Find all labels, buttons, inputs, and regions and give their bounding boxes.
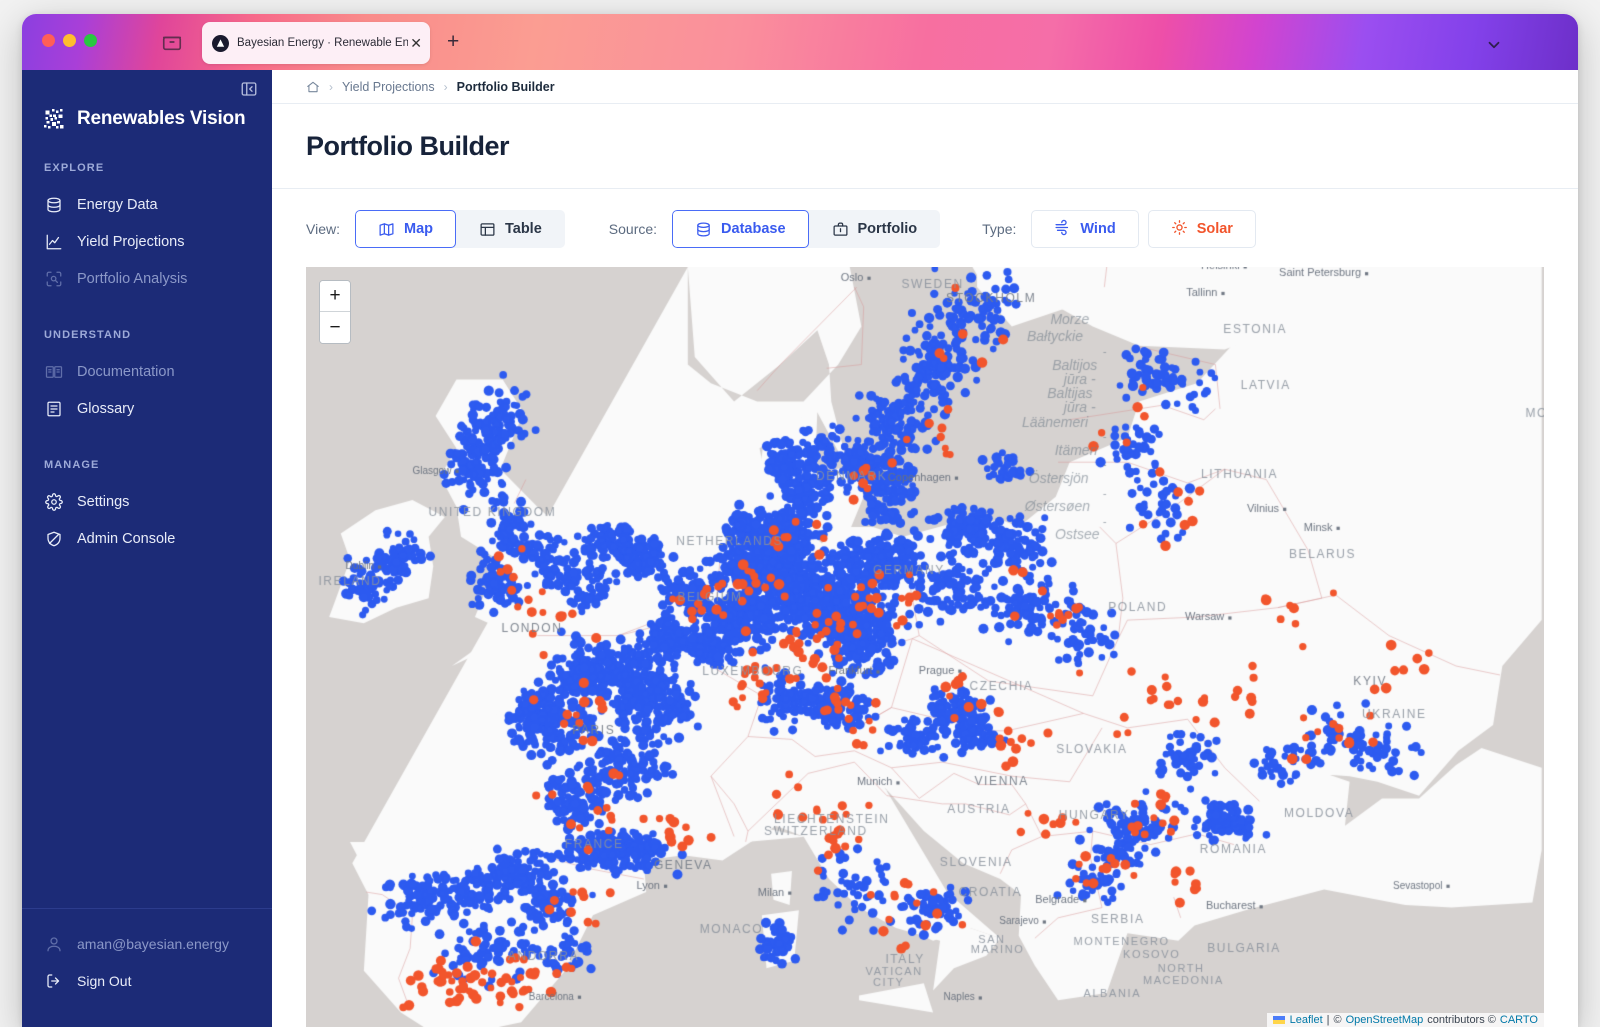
sign-out-label: Sign Out (77, 972, 132, 989)
source-option-portfolio[interactable]: Portfolio (809, 210, 941, 248)
sidebar-item-label: Portfolio Analysis (77, 270, 188, 287)
carto-link[interactable]: CARTO (1500, 1014, 1538, 1026)
sign-out-icon (44, 971, 63, 990)
nav-section-label-understand: UNDERSTAND (44, 329, 132, 341)
source-label: Source: (608, 221, 658, 237)
view-option-label: Table (504, 221, 542, 237)
new-tab-button[interactable]: + (447, 31, 459, 52)
map-tile-layer[interactable] (306, 267, 1544, 1027)
sidebar-item-label: Glossary (77, 400, 135, 417)
breadcrumb: › Yield Projections › Portfolio Builder (272, 70, 1578, 104)
breadcrumb-current: Portfolio Builder (456, 79, 555, 94)
table-icon (479, 221, 496, 238)
source-option-label: Portfolio (857, 221, 918, 237)
attribution-divider: | (1326, 1014, 1330, 1026)
breadcrumb-separator: › (329, 79, 333, 94)
page-title: Portfolio Builder (272, 104, 1578, 189)
source-segmented-control: Database Portfolio (672, 210, 941, 248)
site-favicon (212, 34, 229, 52)
close-window-button[interactable] (42, 34, 55, 47)
attribution-osm-prefix: © (1333, 1014, 1342, 1026)
close-icon[interactable]: ✕ (410, 36, 422, 50)
application-root: Renewables Vision EXPLORE Energy Data Yi… (22, 70, 1578, 1027)
toolbar: View: Map Table Source: Database Portfol… (272, 189, 1578, 267)
briefcase-icon (832, 221, 849, 238)
sidebar-item-label: Admin Console (77, 530, 176, 547)
home-icon[interactable] (306, 80, 320, 94)
sign-out-button[interactable]: Sign Out (22, 962, 272, 999)
leaflet-flag-icon (1272, 1016, 1285, 1024)
brand-name: Renewables Vision (77, 108, 246, 129)
map-zoom-control: + − (319, 280, 351, 344)
leaflet-link[interactable]: Leaflet (1290, 1014, 1323, 1026)
map-icon (378, 221, 395, 238)
sidebar-item-glossary[interactable]: Glossary (22, 390, 272, 427)
maximize-window-button[interactable] (84, 34, 97, 47)
browser-tab[interactable]: Bayesian Energy · Renewable En ✕ (202, 22, 430, 64)
gear-icon (44, 492, 63, 511)
type-option-solar[interactable]: Solar (1147, 210, 1256, 248)
archive-icon[interactable] (161, 31, 183, 53)
view-option-map[interactable]: Map (354, 210, 456, 248)
wind-icon (1054, 219, 1071, 240)
desktop-backdrop: Bayesian Energy · Renewable En ✕ + Renew… (0, 0, 1600, 1027)
minimize-window-button[interactable] (63, 34, 76, 47)
type-button-group: Wind Solar (1031, 210, 1256, 248)
window-traffic-lights (42, 34, 97, 47)
browser-tab-title: Bayesian Energy · Renewable En (237, 37, 409, 49)
sidebar-item-documentation[interactable]: Documentation (22, 353, 272, 390)
sidebar-item-label: Documentation (77, 363, 175, 380)
scan-search-icon (44, 269, 63, 288)
type-option-wind[interactable]: Wind (1031, 210, 1139, 248)
sidebar-item-label: Energy Data (77, 196, 158, 213)
book-icon (44, 399, 63, 418)
sidebar-item-label: Settings (77, 493, 130, 510)
sidebar-item-admin-console[interactable]: Admin Console (22, 520, 272, 557)
chevron-down-icon[interactable] (1485, 36, 1503, 59)
sidebar-item-energy-data[interactable]: Energy Data (22, 186, 272, 223)
openstreetmap-link[interactable]: OpenStreetMap (1346, 1014, 1424, 1026)
sidebar-item-portfolio-analysis[interactable]: Portfolio Analysis (22, 260, 272, 297)
brand: Renewables Vision (22, 70, 272, 130)
database-icon (44, 195, 63, 214)
sidebar-footer: aman@bayesian.energy Sign Out (22, 908, 272, 1027)
sun-icon (1171, 219, 1188, 240)
view-option-label: Map (403, 221, 433, 237)
type-option-label: Wind (1080, 221, 1116, 237)
source-option-database[interactable]: Database (672, 210, 809, 248)
user-icon (44, 934, 63, 953)
sidebar-item-settings[interactable]: Settings (22, 483, 272, 520)
browser-window: Bayesian Energy · Renewable En ✕ + Renew… (22, 14, 1578, 1027)
panel-collapse-icon[interactable] (240, 80, 258, 98)
main-content: › Yield Projections › Portfolio Builder … (272, 70, 1578, 1027)
attribution-contributors: contributors © (1427, 1014, 1496, 1026)
book-open-icon (44, 362, 63, 381)
zoom-out-button[interactable]: − (320, 312, 350, 343)
sidebar-item-yield-projections[interactable]: Yield Projections (22, 223, 272, 260)
source-option-label: Database (721, 221, 786, 237)
view-label: View: (306, 221, 340, 237)
nav-section-label-explore: EXPLORE (44, 162, 105, 174)
map-container[interactable]: + − Leaflet | © OpenStreetMap contributo… (306, 267, 1544, 1027)
browser-tab-strip: Bayesian Energy · Renewable En ✕ + (22, 14, 1578, 70)
sidebar-user-email: aman@bayesian.energy (77, 935, 229, 952)
sidebar-item-label: Yield Projections (77, 233, 185, 250)
map-attribution: Leaflet | © OpenStreetMap contributors ©… (1266, 1013, 1544, 1027)
type-label: Type: (982, 221, 1017, 237)
database-icon (695, 221, 712, 238)
type-option-label: Solar (1196, 221, 1233, 237)
shield-icon (44, 529, 63, 548)
sidebar: Renewables Vision EXPLORE Energy Data Yi… (22, 70, 272, 1027)
sidebar-user-account[interactable]: aman@bayesian.energy (22, 925, 272, 962)
breadcrumb-separator: › (443, 79, 448, 94)
line-chart-icon (44, 232, 63, 251)
zoom-in-button[interactable]: + (320, 281, 350, 312)
nav-section-label-manage: MANAGE (44, 459, 100, 471)
app-logo-icon (44, 108, 65, 130)
view-option-table[interactable]: Table (456, 210, 565, 248)
view-segmented-control: Map Table (354, 210, 565, 248)
breadcrumb-parent[interactable]: Yield Projections (342, 80, 435, 94)
